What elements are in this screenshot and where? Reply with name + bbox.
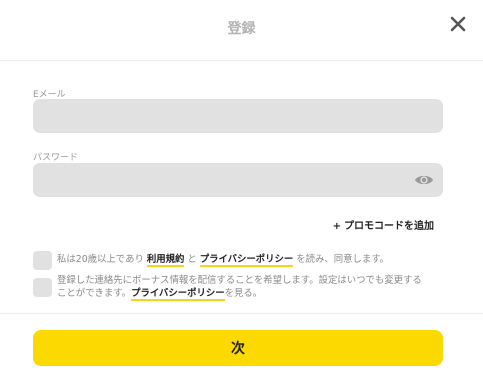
bonus-line2-prefix: ことができます。 — [57, 287, 132, 299]
promo-label: プロモコードを追加 — [344, 221, 434, 232]
password-field[interactable] — [33, 163, 443, 197]
bonus-consent-line2: ことができます。プライバシーポリシーを見る。 — [57, 287, 422, 301]
dialog-title: 登録 — [227, 21, 256, 37]
next-button[interactable]: 次 — [33, 330, 443, 366]
eye-icon[interactable] — [414, 171, 434, 189]
privacy-policy-link-2[interactable]: プライバシーポリシー — [131, 287, 225, 301]
dialog-header: 登録 — [0, 0, 483, 61]
email-field[interactable] — [33, 99, 443, 133]
consent-age-prefix: 私は20歳以上であり — [57, 254, 147, 265]
close-icon[interactable] — [447, 13, 469, 35]
add-promo-code-link[interactable]: + プロモコードを追加 — [333, 217, 434, 232]
bonus-line2-suffix: を見る。 — [224, 287, 263, 299]
consent-age-suffix: を読み、同意します。 — [293, 254, 390, 265]
bonus-consent-line1: 登録した連絡先にボーナス情報を配信することを希望します。設定はいつでも変更する — [57, 275, 422, 286]
age-terms-checkbox[interactable] — [33, 251, 52, 270]
terms-link[interactable]: 利用規約 — [146, 254, 185, 267]
bonus-consent-text: 登録した連絡先にボーナス情報を配信することを希望します。設定はいつでも変更するこ… — [57, 275, 422, 301]
plus-icon: + — [332, 221, 341, 232]
consent-age-middle: と — [184, 254, 200, 265]
footer-divider — [0, 313, 483, 314]
privacy-policy-link[interactable]: プライバシーポリシー — [199, 254, 294, 267]
password-label: パスワード — [33, 153, 79, 163]
age-terms-consent-text: 私は20歳以上であり 利用規約 と プライバシーポリシー を読み、同意します。 — [57, 254, 389, 267]
bonus-info-checkbox[interactable] — [33, 278, 52, 297]
